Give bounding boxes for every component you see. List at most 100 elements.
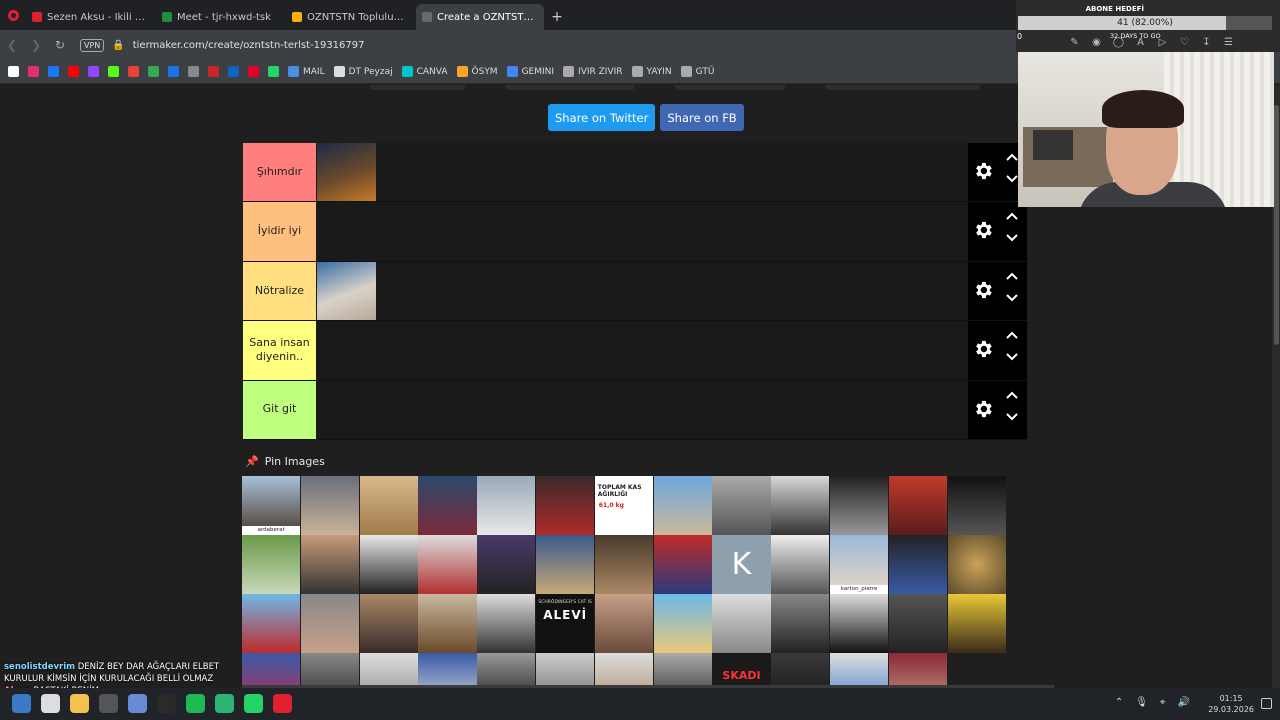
bookmark-item[interactable] (208, 66, 219, 77)
vpn-badge[interactable]: VPN (80, 38, 105, 52)
taskbar-app-icon[interactable] (157, 694, 176, 713)
pool-image[interactable] (418, 653, 477, 688)
bookmark-item[interactable] (268, 66, 279, 77)
new-tab-button[interactable]: + (546, 4, 568, 30)
tier-label[interactable]: İyidir iyi (243, 202, 316, 261)
bookmark-item[interactable] (188, 66, 199, 77)
gear-icon[interactable] (972, 398, 994, 420)
gear-icon[interactable] (972, 279, 994, 301)
bookmark-item[interactable]: CANVA (401, 66, 448, 77)
pool-image[interactable] (359, 653, 418, 688)
pool-image[interactable] (418, 594, 477, 653)
bookmark-item[interactable] (48, 66, 59, 77)
gear-icon[interactable] (972, 160, 994, 182)
pool-image[interactable]: karton_pierre (829, 535, 889, 594)
pool-image[interactable] (477, 476, 536, 535)
pool-image[interactable] (888, 535, 948, 594)
pool-image[interactable] (594, 535, 654, 594)
chevron-up-icon[interactable]: ⌃ (1115, 697, 1123, 708)
chevron-down-icon[interactable] (1005, 349, 1019, 363)
chevron-down-icon[interactable] (1005, 171, 1019, 185)
chevron-up-icon[interactable] (1005, 210, 1019, 224)
taskbar-app-icon[interactable] (244, 694, 263, 713)
pool-image[interactable] (888, 476, 948, 535)
gear-icon[interactable] (972, 219, 994, 241)
taskbar-app-icon[interactable] (70, 694, 89, 713)
bookmark-item[interactable] (248, 66, 259, 77)
pool-image[interactable] (712, 594, 771, 653)
tier-items-dropzone[interactable] (316, 202, 968, 261)
pool-image[interactable] (535, 476, 595, 535)
pool-image[interactable] (359, 594, 418, 653)
browser-tab[interactable]: Sezen Aksu - İkili Deli (26, 4, 154, 30)
taskbar-app-icon[interactable] (273, 694, 292, 713)
opera-logo-icon[interactable] (0, 0, 26, 30)
bookmark-item[interactable]: YAYIN (631, 66, 672, 77)
browser-tab[interactable]: Create a OZNTSTN TIERLI (416, 4, 544, 30)
pool-image[interactable] (829, 653, 889, 688)
tier-label[interactable]: Sana insan diyenin.. (243, 321, 316, 380)
bookmark-item[interactable]: GTÜ (680, 66, 714, 77)
microphone-icon[interactable]: 🎙 (1135, 697, 1148, 708)
pool-image[interactable] (594, 653, 654, 688)
taskbar-app-icon[interactable] (41, 694, 60, 713)
pool-image[interactable] (771, 535, 830, 594)
url-field[interactable]: tiermaker.com/create/ozntstn-terlst-1931… (133, 40, 365, 51)
pool-image[interactable] (300, 535, 360, 594)
pool-image[interactable] (947, 476, 1006, 535)
bookmark-item[interactable]: IVIR ZIVIR (563, 66, 623, 77)
volume-icon[interactable]: 🔊 (1178, 697, 1190, 708)
pool-image[interactable] (242, 594, 301, 653)
pool-image[interactable] (947, 535, 1006, 594)
play-icon[interactable]: ▷ (1156, 36, 1169, 49)
pool-image[interactable] (477, 594, 536, 653)
bookmark-item[interactable] (28, 66, 39, 77)
browser-tab[interactable]: OZNTSTN Topluluk - Tier (286, 4, 414, 30)
bookmark-item[interactable] (108, 66, 119, 77)
chevron-up-icon[interactable] (1005, 329, 1019, 343)
tier-label[interactable]: Git git (243, 380, 316, 439)
clock[interactable]: 01:15 29.03.2026 (1208, 693, 1254, 715)
bookmark-item[interactable] (228, 66, 239, 77)
pool-image[interactable] (653, 653, 712, 688)
back-button[interactable]: ❮ (0, 33, 24, 57)
tier-label[interactable]: Nötralize (243, 261, 316, 321)
bookmark-item[interactable] (168, 66, 179, 77)
pool-image[interactable]: SCHRÖDINGER'S CAT IS ALEVİ (535, 594, 595, 653)
tier-label[interactable]: Şıhımdır (243, 143, 316, 202)
pool-image[interactable] (771, 476, 830, 535)
pool-image[interactable]: SKADI (712, 653, 771, 688)
chevron-down-icon[interactable] (1005, 290, 1019, 304)
tier-items-dropzone[interactable] (316, 380, 968, 439)
pool-image[interactable] (594, 594, 654, 653)
wifi-icon[interactable]: ⌖ (1160, 697, 1166, 708)
pool-image[interactable] (242, 535, 301, 594)
taskbar-app-icon[interactable] (12, 694, 31, 713)
tier-image[interactable] (317, 261, 376, 320)
chevron-down-icon[interactable] (1005, 230, 1019, 244)
chevron-up-icon[interactable] (1005, 270, 1019, 284)
pool-image[interactable]: TOPLAM KAS AĞIRLIĞI 61,0 kg (594, 476, 654, 535)
pool-image[interactable] (653, 476, 712, 535)
pool-image[interactable] (300, 653, 360, 688)
bookmark-item[interactable]: DT Peyzaj (333, 66, 393, 77)
taskbar-app-icon[interactable] (215, 694, 234, 713)
bookmark-item[interactable] (8, 66, 19, 77)
shield-icon[interactable]: ◯ (1112, 36, 1125, 49)
pool-image[interactable]: ardaberat (242, 476, 301, 535)
pool-image[interactable] (535, 653, 595, 688)
gear-icon[interactable] (972, 338, 994, 360)
share-facebook-button[interactable]: Share on FB (660, 104, 744, 131)
pool-image[interactable] (477, 535, 536, 594)
camera-icon[interactable]: ◉ (1090, 36, 1103, 49)
notification-icon[interactable] (1261, 698, 1272, 709)
chevron-down-icon[interactable] (1005, 409, 1019, 423)
pool-image[interactable] (829, 476, 889, 535)
tier-image[interactable] (317, 143, 376, 201)
taskbar-app-icon[interactable] (99, 694, 118, 713)
pool-image[interactable] (418, 535, 477, 594)
bookmark-item[interactable] (128, 66, 139, 77)
taskbar-app-icon[interactable] (186, 694, 205, 713)
pool-image[interactable] (829, 594, 889, 653)
pool-image[interactable] (771, 594, 830, 653)
